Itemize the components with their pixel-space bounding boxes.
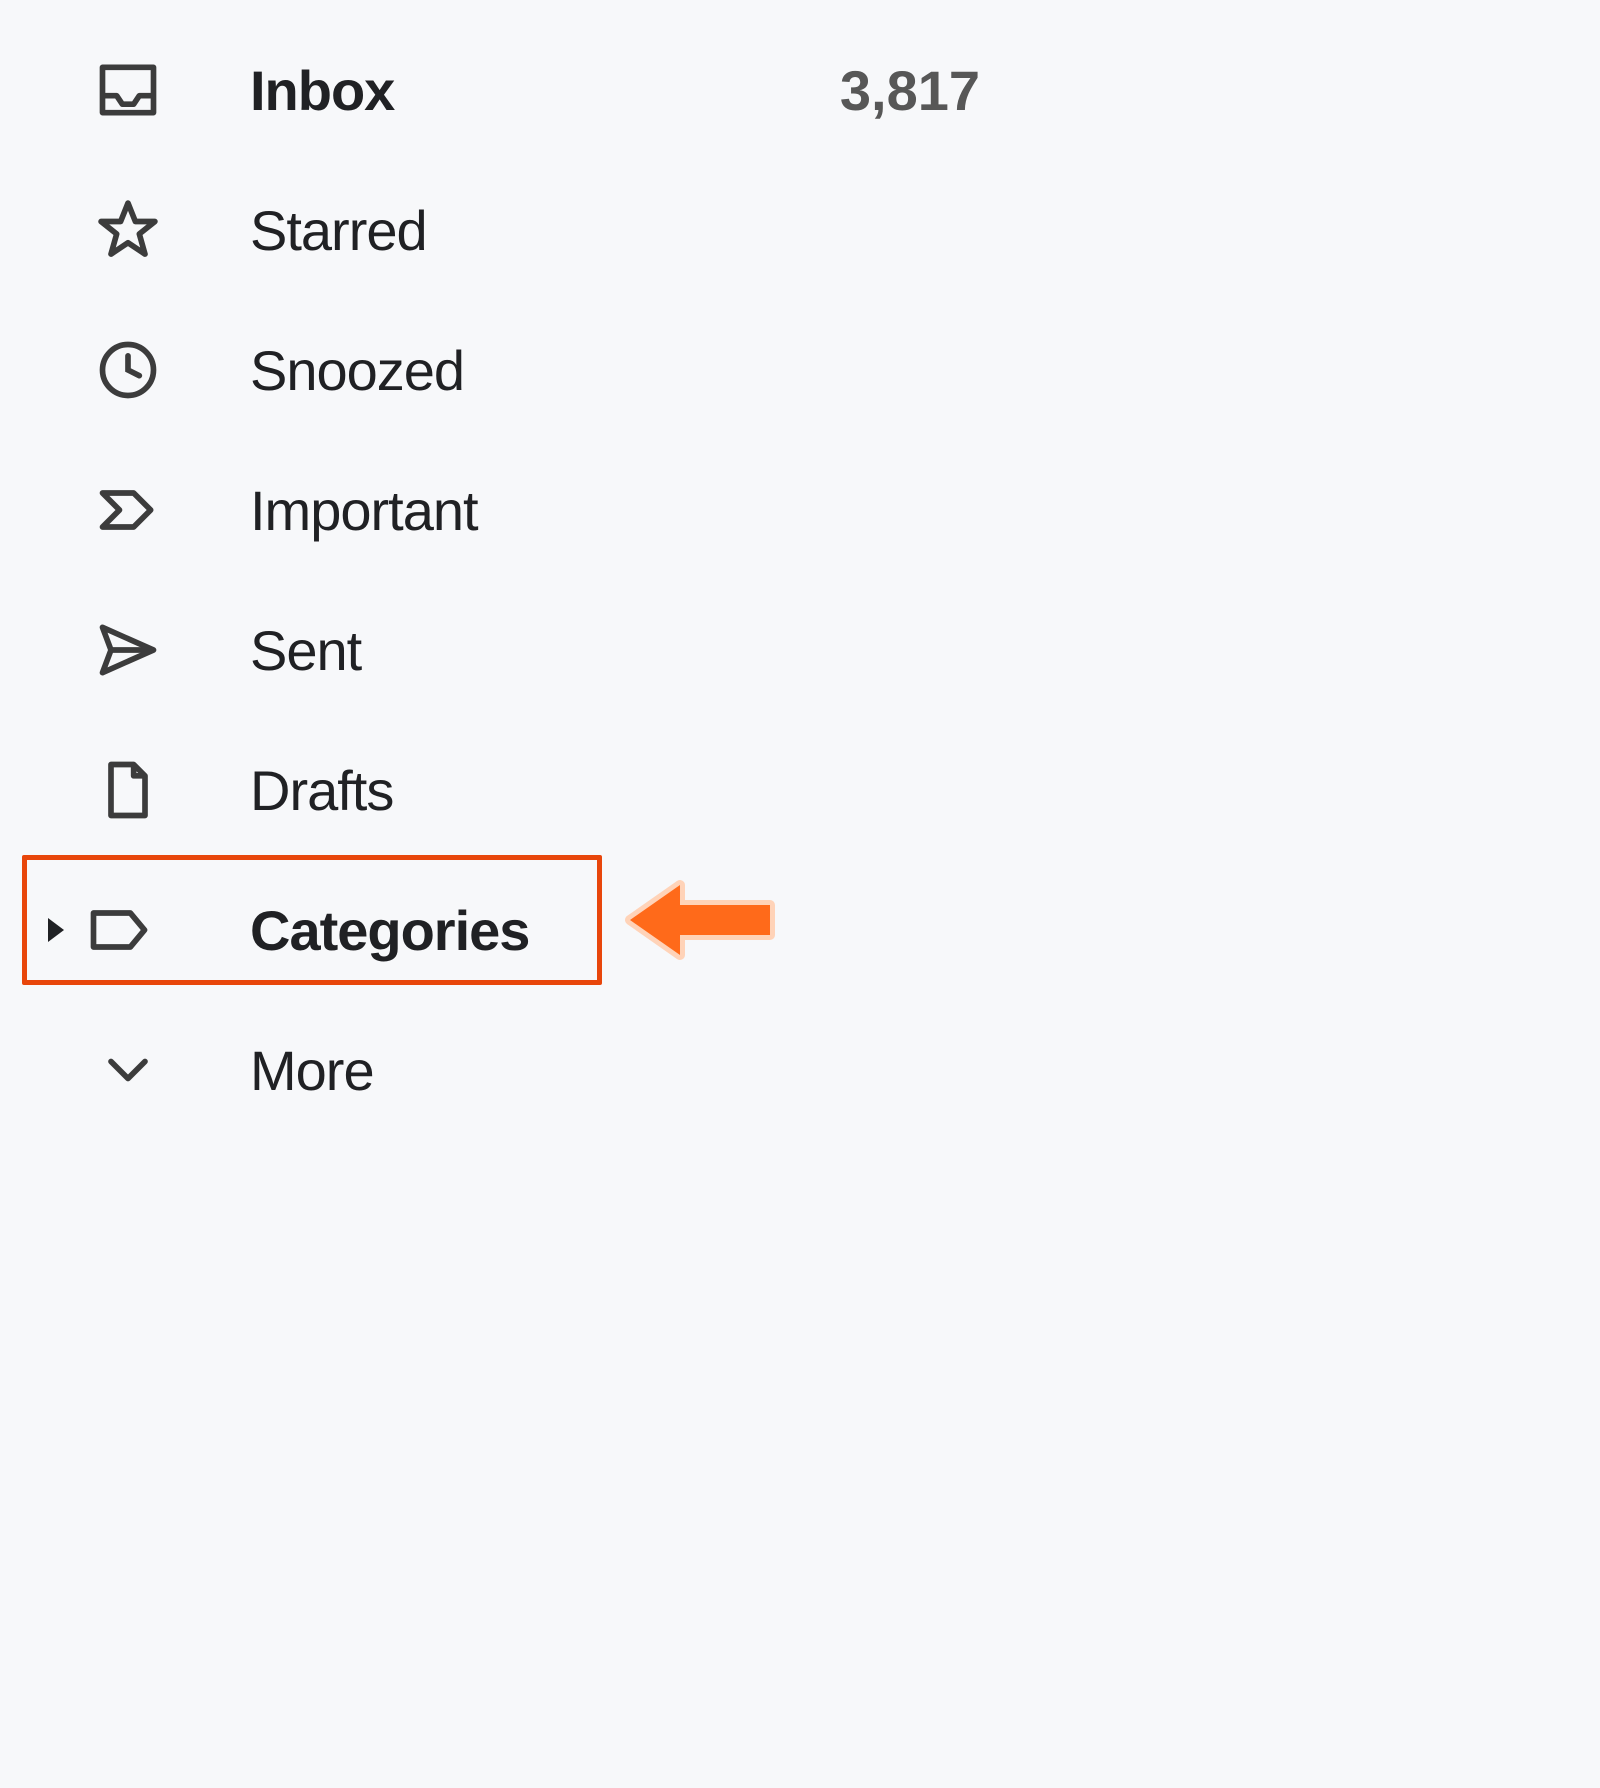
- inbox-count: 3,817: [840, 58, 980, 123]
- clock-icon: [94, 336, 162, 404]
- sidebar-item-drafts[interactable]: Drafts: [0, 720, 1000, 860]
- important-icon: [94, 476, 162, 544]
- expand-caret-icon[interactable]: [48, 918, 64, 942]
- sidebar-item-inbox[interactable]: Inbox 3,817: [0, 20, 1000, 160]
- chevron-down-icon: [94, 1036, 162, 1104]
- sidebar-item-starred[interactable]: Starred: [0, 160, 1000, 300]
- star-icon: [94, 196, 162, 264]
- label-icon: [80, 896, 158, 964]
- sidebar-item-snoozed[interactable]: Snoozed: [0, 300, 1000, 440]
- sidebar-item-label: Important: [250, 478, 478, 543]
- sidebar-item-label: Sent: [250, 618, 361, 683]
- inbox-icon: [94, 56, 162, 124]
- sidebar-item-label: Inbox: [250, 58, 394, 123]
- mail-sidebar: Inbox 3,817 Starred Snoozed Important: [0, 0, 1000, 1140]
- send-icon: [94, 616, 162, 684]
- sidebar-item-more[interactable]: More: [0, 1000, 1000, 1140]
- sidebar-item-label: Categories: [250, 898, 529, 963]
- sidebar-item-label: Starred: [250, 198, 427, 263]
- sidebar-item-label: More: [250, 1038, 374, 1103]
- sidebar-item-sent[interactable]: Sent: [0, 580, 1000, 720]
- sidebar-item-categories[interactable]: Categories: [0, 860, 1000, 1000]
- sidebar-item-label: Drafts: [250, 758, 393, 823]
- sidebar-item-important[interactable]: Important: [0, 440, 1000, 580]
- sidebar-item-label: Snoozed: [250, 338, 464, 403]
- draft-icon: [94, 756, 162, 824]
